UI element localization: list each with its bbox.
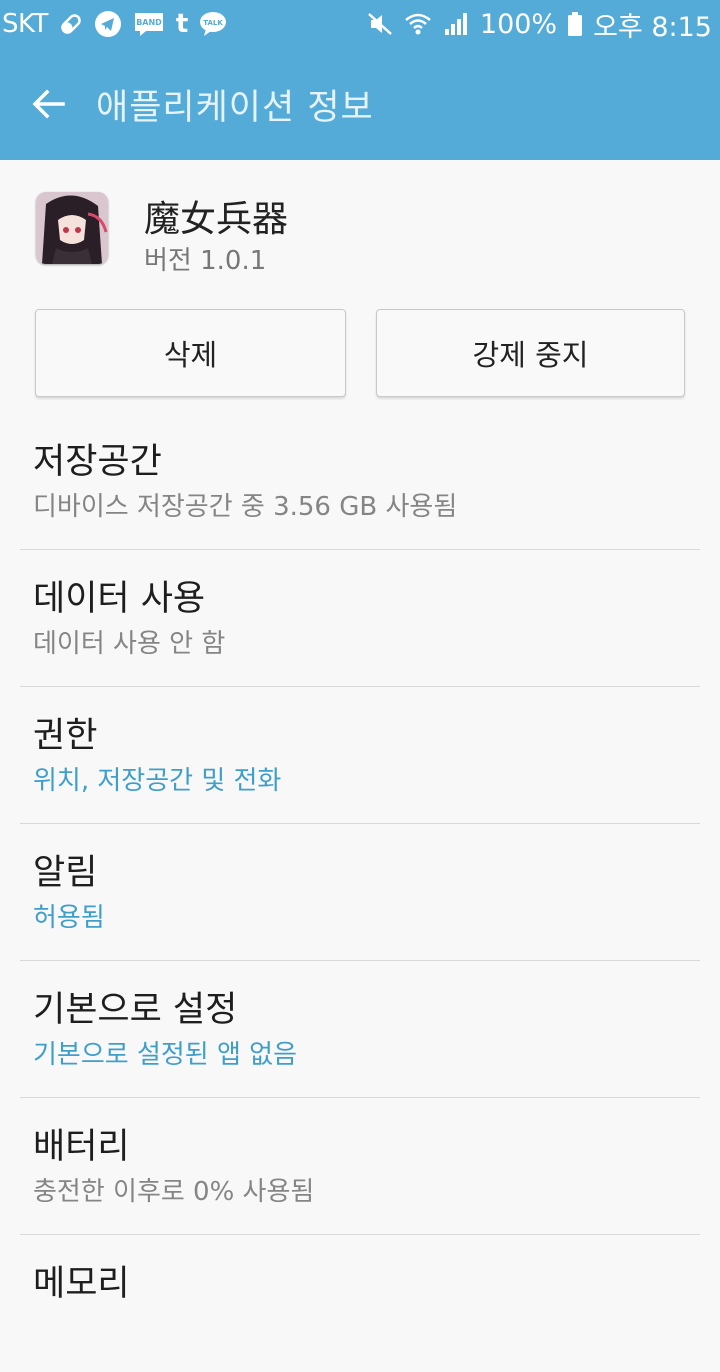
status-bar: SKT BAND t TALK 100% 오후 8:15 <box>0 0 720 48</box>
wifi-icon <box>404 10 432 38</box>
list-item-title: 기본으로 설정 <box>33 990 238 1030</box>
list-item-title: 저장공간 <box>33 442 162 482</box>
list-item-data-usage[interactable]: 데이터 사용 데이터 사용 안 함 <box>0 550 720 687</box>
list-item-title: 알림 <box>33 853 98 893</box>
list-item-title: 배터리 <box>33 1127 130 1167</box>
list-item-memory[interactable]: 메모리 <box>0 1235 720 1372</box>
arrow-left-icon <box>32 89 65 119</box>
pill-icon <box>58 11 84 37</box>
battery-icon <box>567 10 583 38</box>
list-item-battery[interactable]: 배터리 충전한 이후로 0% 사용됨 <box>0 1098 720 1235</box>
app-version: 버전 1.0.1 <box>144 246 267 276</box>
list-item-title: 메모리 <box>33 1264 130 1304</box>
carrier-label: SKT <box>2 9 48 39</box>
status-bar-system: 100% 오후 8:15 <box>366 5 712 44</box>
app-name: 魔女兵器 <box>144 199 289 240</box>
band-icon: BAND <box>132 10 166 38</box>
list-item-subtitle: 기본으로 설정된 앱 없음 <box>33 1040 297 1070</box>
list-item-permissions[interactable]: 권한 위치, 저장공간 및 전화 <box>0 687 720 824</box>
app-settings-list: 저장공간 디바이스 저장공간 중 3.56 GB 사용됨 데이터 사용 데이터 … <box>0 413 720 1372</box>
uninstall-button[interactable]: 삭제 <box>35 309 346 397</box>
app-header: 魔女兵器 버전 1.0.1 <box>0 160 720 300</box>
signal-icon <box>442 10 470 38</box>
mute-icon <box>366 10 394 38</box>
list-item-subtitle: 위치, 저장공간 및 전화 <box>33 766 282 796</box>
list-item-title: 권한 <box>33 716 98 756</box>
talk-badge-text: TALK <box>204 19 224 27</box>
list-item-storage[interactable]: 저장공간 디바이스 저장공간 중 3.56 GB 사용됨 <box>0 413 720 550</box>
status-bar-notifications: SKT BAND t TALK <box>2 9 228 39</box>
band-badge-text: BAND <box>136 18 162 27</box>
page-title: 애플리케이션 정보 <box>96 87 374 128</box>
list-item-subtitle: 디바이스 저장공간 중 3.56 GB 사용됨 <box>33 492 458 522</box>
list-item-subtitle: 데이터 사용 안 함 <box>33 629 226 659</box>
telegram-icon <box>94 10 122 38</box>
clock: 오후 8:15 <box>593 11 712 43</box>
list-item-set-as-default[interactable]: 기본으로 설정 기본으로 설정된 앱 없음 <box>0 961 720 1098</box>
battery-percent: 100% <box>479 8 558 40</box>
list-item-subtitle: 허용됨 <box>33 903 105 933</box>
force-stop-button[interactable]: 강제 중지 <box>376 309 685 397</box>
app-bar: 애플리케이션 정보 <box>0 48 720 160</box>
list-item-notifications[interactable]: 알림 허용됨 <box>0 824 720 961</box>
back-button[interactable] <box>0 48 96 160</box>
kakaotalk-icon: TALK <box>198 10 228 38</box>
app-icon <box>36 192 108 264</box>
tumblr-icon: t <box>175 9 189 39</box>
list-item-title: 데이터 사용 <box>33 579 206 619</box>
list-item-subtitle: 충전한 이후로 0% 사용됨 <box>33 1177 315 1207</box>
